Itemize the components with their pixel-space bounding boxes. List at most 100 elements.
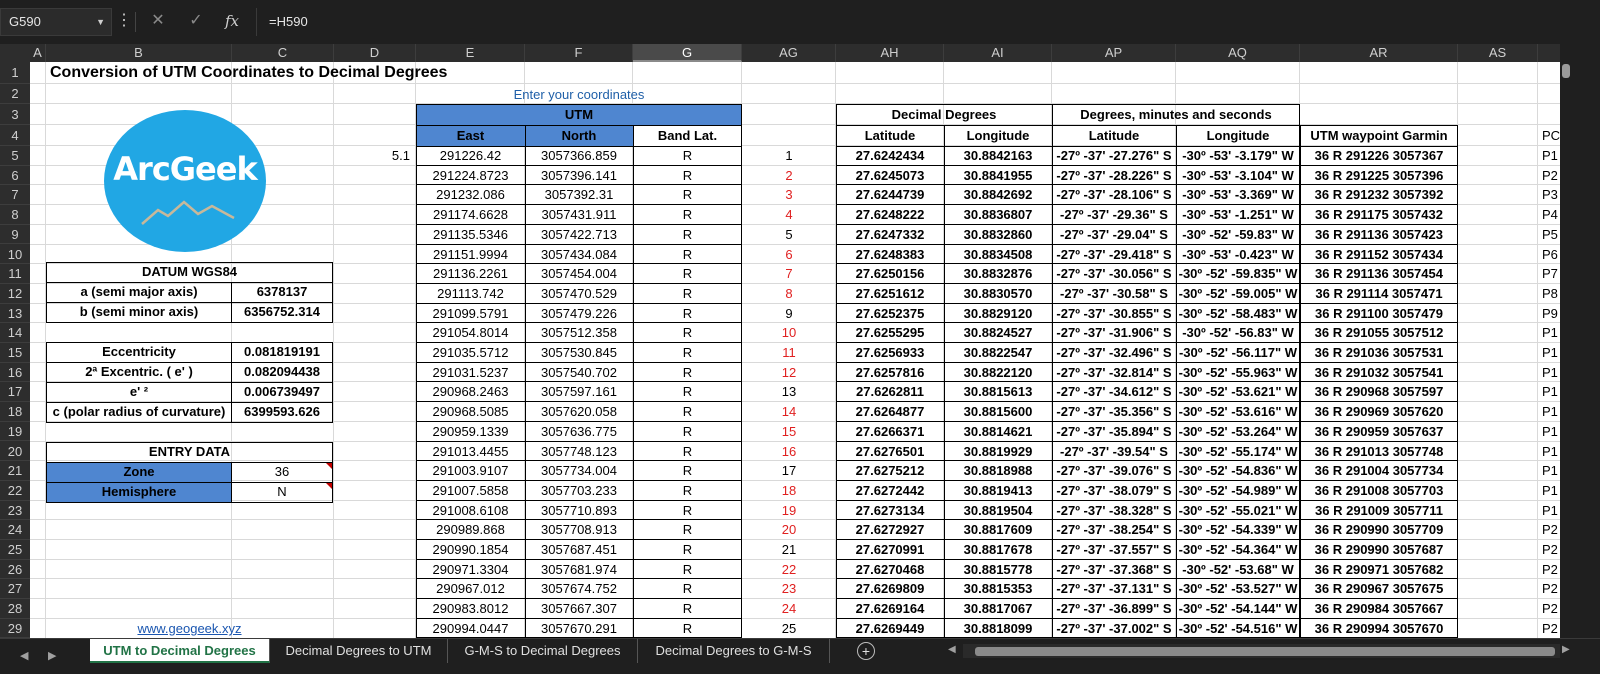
tab-decimal-degrees-to-utm[interactable]: Decimal Degrees to UTM xyxy=(270,639,448,663)
column-header-g[interactable]: G xyxy=(633,44,742,62)
point-number-cell[interactable]: 16 xyxy=(742,442,836,462)
geogeek-link[interactable]: www.geogeek.xyz xyxy=(46,620,333,638)
point-number-cell[interactable]: 5 xyxy=(742,225,836,245)
point-number-cell[interactable]: 2 xyxy=(742,166,836,186)
scroll-right-icon[interactable]: ▶ xyxy=(1562,644,1570,655)
row-header-21[interactable]: 21 xyxy=(0,461,30,481)
row-header-3[interactable]: 3 xyxy=(0,104,30,125)
column-header-a[interactable]: A xyxy=(30,44,46,62)
as-header[interactable]: PC xyxy=(1538,125,1560,146)
column-header-ag[interactable]: AG xyxy=(742,44,836,62)
as-cell[interactable]: P2 xyxy=(1538,166,1560,186)
row-header-19[interactable]: 19 xyxy=(0,422,30,442)
zone-input[interactable]: 36 xyxy=(231,462,333,482)
row-header-29[interactable]: 29 xyxy=(0,619,30,639)
point-number-cell[interactable]: 4 xyxy=(742,205,836,225)
datum-label[interactable]: b (semi minor axis) xyxy=(46,302,232,322)
column-header-ap[interactable]: AP xyxy=(1052,44,1176,62)
as-cell[interactable]: P2 xyxy=(1538,540,1560,560)
row-header-23[interactable]: 23 xyxy=(0,501,30,521)
column-header-ah[interactable]: AH xyxy=(836,44,944,62)
as-cell[interactable]: P1 xyxy=(1538,402,1560,422)
as-cell[interactable]: P2 xyxy=(1538,599,1560,619)
add-sheet-icon[interactable]: + xyxy=(857,642,875,660)
point-number-cell[interactable]: 15 xyxy=(742,422,836,442)
as-cell[interactable]: P1 xyxy=(1538,343,1560,363)
point-number-cell[interactable]: 6 xyxy=(742,245,836,265)
column-header-f[interactable]: F xyxy=(525,44,633,62)
point-number-cell[interactable]: 8 xyxy=(742,284,836,304)
ecc-value[interactable]: 0.081819191 xyxy=(231,342,333,362)
more-options-icon[interactable]: ⋮ xyxy=(112,10,136,32)
tab-utm-to-decimal-degrees[interactable]: UTM to Decimal Degrees xyxy=(90,639,270,663)
horizontal-scroll-thumb[interactable] xyxy=(975,647,1555,656)
as-cell[interactable]: P7 xyxy=(1538,264,1560,284)
zone-label[interactable]: Zone xyxy=(46,462,232,482)
point-number-cell[interactable]: 13 xyxy=(742,382,836,402)
tab-gms-to-decimal-degrees[interactable]: G-M-S to Decimal Degrees xyxy=(448,639,638,663)
tab-decimal-degrees-to-gms[interactable]: Decimal Degrees to G-M-S xyxy=(638,639,830,663)
coordinates-hint[interactable]: Enter your coordinates xyxy=(416,84,742,104)
column-header-c[interactable]: C xyxy=(232,44,334,62)
ecc-value[interactable]: 0.006739497 xyxy=(231,382,333,402)
as-cell[interactable]: P1 xyxy=(1538,382,1560,402)
as-cell[interactable]: P1 xyxy=(1538,501,1560,521)
row-header-16[interactable]: 16 xyxy=(0,363,30,383)
column-header-e[interactable]: E xyxy=(416,44,525,62)
cancel-icon[interactable]: ✕ xyxy=(146,10,170,32)
datum-value[interactable]: 6356752.314 xyxy=(231,302,333,322)
as-cell[interactable]: P1 xyxy=(1538,481,1560,501)
ecc-label[interactable]: c (polar radius of curvature) xyxy=(46,402,232,422)
row-header-12[interactable]: 12 xyxy=(0,284,30,304)
row-header-25[interactable]: 25 xyxy=(0,540,30,560)
hemisphere-label[interactable]: Hemisphere xyxy=(46,482,232,502)
row-header-10[interactable]: 10 xyxy=(0,245,30,265)
as-cell[interactable]: P1 xyxy=(1538,363,1560,383)
row-header-5[interactable]: 5 xyxy=(0,146,30,166)
point-number-cell[interactable]: 11 xyxy=(742,343,836,363)
column-header-aq[interactable]: AQ xyxy=(1176,44,1300,62)
point-number-cell[interactable]: 23 xyxy=(742,579,836,599)
column-header-ai[interactable]: AI xyxy=(944,44,1052,62)
row-header-14[interactable]: 14 xyxy=(0,323,30,343)
row-header-24[interactable]: 24 xyxy=(0,520,30,540)
as-cell[interactable]: P6 xyxy=(1538,245,1560,265)
row-header-4[interactable]: 4 xyxy=(0,125,30,146)
name-box[interactable]: G590 ▼ xyxy=(0,8,112,36)
point-number-cell[interactable]: 19 xyxy=(742,501,836,521)
ecc-value[interactable]: 6399593.626 xyxy=(231,402,333,422)
column-header-as[interactable]: AS xyxy=(1458,44,1538,62)
row-header-9[interactable]: 9 xyxy=(0,225,30,245)
row-header-8[interactable]: 8 xyxy=(0,205,30,225)
ecc-value[interactable]: 0.082094438 xyxy=(231,362,333,382)
vertical-scroll-thumb[interactable] xyxy=(1562,64,1570,78)
as-cell[interactable]: P2 xyxy=(1538,560,1560,580)
row-header-7[interactable]: 7 xyxy=(0,185,30,206)
column-header-d[interactable]: D xyxy=(334,44,416,62)
tab-scroll-right-icon[interactable]: ▶ xyxy=(48,649,56,662)
vertical-scrollbar[interactable] xyxy=(1560,44,1600,638)
as-cell[interactable]: P5 xyxy=(1538,225,1560,245)
point-number-cell[interactable]: 21 xyxy=(742,540,836,560)
cell-d5[interactable]: 5.1 xyxy=(336,146,414,166)
datum-label[interactable]: a (semi major axis) xyxy=(46,282,232,302)
as-cell[interactable]: P3 xyxy=(1538,185,1560,205)
tab-scroll-left-icon[interactable]: ◀ xyxy=(20,649,28,662)
sheet-title[interactable]: Conversion of UTM Coordinates to Decimal… xyxy=(46,62,746,84)
point-number-cell[interactable]: 12 xyxy=(742,363,836,383)
point-number-cell[interactable]: 17 xyxy=(742,461,836,481)
row-header-22[interactable]: 22 xyxy=(0,481,30,501)
chevron-down-icon[interactable]: ▼ xyxy=(96,9,105,35)
as-cell[interactable]: P4 xyxy=(1538,205,1560,225)
hemisphere-input[interactable]: N xyxy=(231,482,333,502)
row-header-17[interactable]: 17 xyxy=(0,382,30,403)
row-header-13[interactable]: 13 xyxy=(0,304,30,324)
worksheet-grid[interactable]: Conversion of UTM Coordinates to Decimal… xyxy=(30,62,1560,638)
point-number-cell[interactable]: 3 xyxy=(742,185,836,205)
column-header-ar[interactable]: AR xyxy=(1300,44,1458,62)
point-number-cell[interactable]: 18 xyxy=(742,481,836,501)
as-cell[interactable]: P2 xyxy=(1538,520,1560,540)
as-cell[interactable]: P1 xyxy=(1538,323,1560,343)
as-cell[interactable]: P8 xyxy=(1538,284,1560,304)
point-number-cell[interactable]: 9 xyxy=(742,304,836,324)
